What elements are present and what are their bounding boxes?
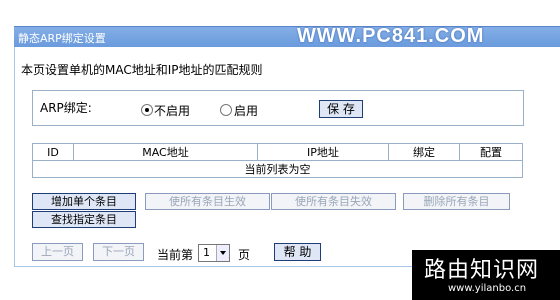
enable-all-button[interactable]: 使所有条目生效 bbox=[145, 193, 270, 210]
col-header-id: ID bbox=[32, 143, 74, 161]
empty-list-message: 当前列表为空 bbox=[32, 160, 523, 178]
panel-title: 静态ARP绑定设置 bbox=[18, 32, 106, 45]
prev-page-button[interactable]: 上一页 bbox=[32, 243, 83, 261]
radio-disable-label[interactable]: 不启用 bbox=[154, 102, 190, 119]
delete-all-button[interactable]: 删除所有条目 bbox=[403, 193, 510, 210]
arp-binding-label: ARP绑定: bbox=[40, 101, 92, 115]
binding-table: ID MAC地址 IP地址 绑定 配置 当前列表为空 bbox=[32, 143, 523, 178]
page-select-value: 1 bbox=[203, 246, 210, 259]
help-button[interactable]: 帮 助 bbox=[274, 243, 321, 261]
find-entry-button[interactable]: 查找指定条目 bbox=[32, 211, 136, 228]
disable-all-button[interactable]: 使所有条目失效 bbox=[271, 193, 396, 210]
watermark-site-text: WWW.PC841.COM bbox=[297, 25, 485, 47]
page-select[interactable]: 1 bbox=[198, 244, 230, 262]
watermark-url: www.yilanbo.cn bbox=[448, 283, 527, 294]
col-header-bind: 绑定 bbox=[388, 143, 460, 161]
page-suffix: 页 bbox=[238, 248, 251, 262]
page-description: 本页设置单机的MAC地址和IP地址的匹配规则 bbox=[21, 63, 263, 77]
add-entry-button[interactable]: 增加单个条目 bbox=[32, 193, 136, 210]
chevron-down-icon[interactable] bbox=[216, 245, 229, 261]
table-row: 当前列表为空 bbox=[32, 160, 523, 178]
current-page-prefix: 当前第 bbox=[157, 248, 194, 262]
save-button[interactable]: 保 存 bbox=[319, 100, 363, 118]
col-header-config: 配置 bbox=[459, 143, 523, 161]
col-header-ip: IP地址 bbox=[257, 143, 389, 161]
next-page-button[interactable]: 下一页 bbox=[93, 243, 144, 261]
radio-enable[interactable] bbox=[220, 104, 232, 116]
col-header-mac: MAC地址 bbox=[73, 143, 258, 161]
radio-enable-label[interactable]: 启用 bbox=[234, 102, 258, 119]
watermark-brand: 路由知识网 bbox=[424, 258, 540, 283]
radio-disable[interactable] bbox=[141, 104, 153, 116]
table-header-row: ID MAC地址 IP地址 绑定 配置 bbox=[32, 143, 523, 161]
arp-binding-box bbox=[32, 90, 524, 126]
